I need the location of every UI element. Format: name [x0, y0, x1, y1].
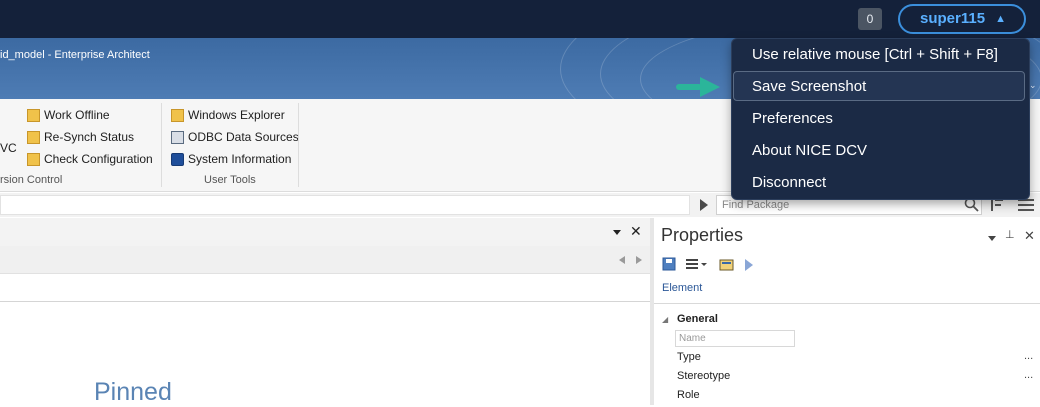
search-input[interactable] [0, 195, 690, 215]
menu-item-disconnect[interactable]: Disconnect [752, 169, 826, 197]
odbc-data-sources-button[interactable]: ODBC Data Sources [171, 128, 299, 146]
element-icon[interactable] [719, 257, 735, 274]
menu-item-preferences[interactable]: Preferences [752, 105, 833, 133]
tab-divider [654, 303, 1040, 304]
user-menu-button[interactable]: super115 ▲ [898, 4, 1026, 34]
forward-icon[interactable] [744, 258, 754, 275]
stereotype-ellipsis-button[interactable]: ... [1024, 369, 1033, 381]
scroll-right-icon[interactable] [635, 254, 643, 268]
type-label: Type [677, 351, 701, 363]
scroll-left-icon[interactable] [618, 254, 626, 268]
caret-up-icon: ▲ [995, 13, 1006, 25]
folder-icon [27, 130, 40, 144]
info-icon [171, 152, 184, 166]
work-offline-button[interactable]: Work Offline [27, 106, 110, 124]
stereotype-label: Stereotype [677, 370, 731, 382]
windows-explorer-button[interactable]: Windows Explorer [171, 106, 285, 124]
version-control-group-label: rsion Control [0, 174, 63, 186]
list-menu-icon[interactable] [686, 258, 708, 273]
menu-item-save-screenshot[interactable]: Save Screenshot [752, 73, 866, 101]
user-name: super115 [920, 10, 986, 27]
ribbon-partial-label: VC [0, 141, 17, 155]
tab-element[interactable]: Element [662, 282, 702, 294]
windows-explorer-label: Windows Explorer [188, 108, 285, 122]
dropdown-arrow-icon[interactable] [987, 232, 997, 246]
panel-subheader [0, 246, 650, 274]
play-icon[interactable] [699, 198, 709, 215]
hamburger-menu-icon[interactable] [1017, 198, 1035, 215]
folder-icon [27, 108, 40, 122]
general-section-label[interactable]: General [677, 313, 718, 325]
menu-item-relative-mouse[interactable]: Use relative mouse [Ctrl + Shift + F8] [752, 41, 998, 69]
pinned-heading: Pinned [94, 378, 172, 406]
dcv-toolbar [0, 0, 1040, 38]
properties-title: Properties [661, 225, 744, 245]
system-information-label: System Information [188, 152, 292, 166]
check-configuration-button[interactable]: Check Configuration [27, 150, 153, 168]
menu-item-about[interactable]: About NICE DCV [752, 137, 867, 165]
folder-icon [171, 108, 184, 122]
odbc-data-sources-label: ODBC Data Sources [188, 130, 299, 144]
user-tools-group-label: User Tools [204, 174, 256, 186]
system-information-button[interactable]: System Information [171, 150, 291, 168]
role-label: Role [677, 389, 700, 401]
resynch-status-button[interactable]: Re-Synch Status [27, 128, 134, 146]
work-offline-label: Work Offline [44, 108, 110, 122]
panel-header [0, 218, 650, 247]
collapse-triangle-icon[interactable]: ◢ [662, 315, 668, 324]
close-icon[interactable]: ✕ [630, 223, 642, 240]
window-title: id_model - Enterprise Architect [0, 49, 150, 61]
close-icon[interactable]: ✕ [1024, 228, 1035, 244]
notification-count-badge[interactable]: 0 [858, 8, 882, 30]
type-ellipsis-button[interactable]: ... [1024, 350, 1033, 362]
save-icon[interactable] [662, 257, 676, 274]
check-configuration-label: Check Configuration [44, 152, 153, 166]
pointer-arrow-icon [674, 76, 722, 101]
chevron-down-icon[interactable]: ⌄ [1029, 80, 1037, 91]
database-icon [171, 130, 184, 144]
name-field[interactable]: Name [675, 330, 795, 347]
folder-icon [27, 152, 40, 166]
dropdown-arrow-icon[interactable] [612, 226, 622, 240]
pin-icon[interactable]: ⊥ [1005, 228, 1015, 241]
divider [0, 301, 650, 302]
resynch-status-label: Re-Synch Status [44, 130, 135, 144]
ribbon-separator [298, 103, 299, 187]
ribbon-separator [161, 103, 162, 187]
